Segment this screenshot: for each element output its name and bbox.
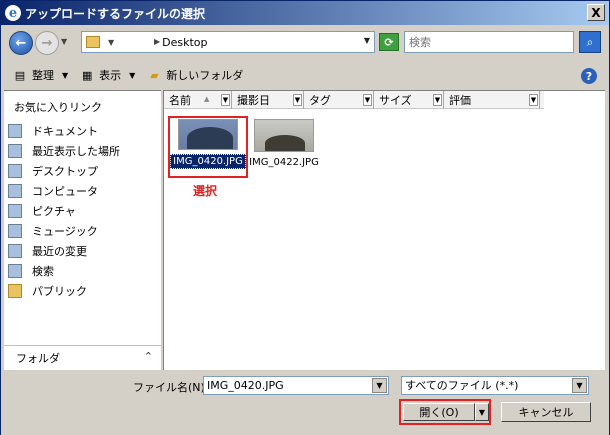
column-header-row: 名前 ▲ ▼ 撮影日 ▼ タグ ▼ サイズ ▼ 評価 ▼ — [164, 91, 544, 109]
file-type-select[interactable]: すべてのファイル (*.*) ▼ — [401, 376, 589, 395]
file-type-value: すべてのファイル (*.*) — [405, 379, 519, 392]
forward-button[interactable]: → — [35, 31, 59, 55]
column-filter-icon[interactable]: ▼ — [293, 94, 302, 106]
new-folder-label: 新しいフォルダ — [166, 69, 244, 82]
sidebar-item-label: デスクトップ — [32, 165, 98, 178]
open-options-dropdown-icon[interactable]: ▼ — [475, 403, 489, 421]
public-folder-icon — [8, 284, 22, 298]
column-header-date-taken[interactable]: 撮影日 ▼ — [232, 91, 304, 109]
filename-label: ファイル名(N): — [133, 381, 209, 394]
sidebar-item-label: 検索 — [32, 265, 54, 278]
sidebar-item-recent-places[interactable]: 最近表示した場所 — [8, 141, 120, 161]
sidebar-item-label: 最近の変更 — [32, 245, 87, 258]
sidebar-item-label: 最近表示した場所 — [32, 145, 120, 158]
folders-label: フォルダ — [16, 352, 60, 365]
column-filter-icon[interactable]: ▼ — [363, 94, 372, 106]
favorite-links-pane: お気に入りリンク ドキュメント 最近表示した場所 デスクトップ コンピュータ ピ… — [4, 90, 161, 370]
chevron-up-icon[interactable]: ⌃ — [144, 350, 153, 363]
refresh-icon[interactable]: ⟳ — [379, 33, 399, 51]
views-label: 表示 — [99, 69, 122, 82]
thumbnail-subject — [265, 135, 305, 151]
sidebar-item-public[interactable]: パブリック — [8, 281, 120, 301]
column-label: 撮影日 — [237, 94, 270, 107]
views-icon: ▦ — [81, 68, 93, 82]
toolbar: ▤ 整理 ▼ ▦ 表示 ▼ ▰ 新しいフォルダ ? — [1, 61, 609, 89]
sidebar-item-searches[interactable]: 検索 — [8, 261, 120, 281]
favorite-links-title: お気に入りリンク — [14, 101, 102, 114]
open-button[interactable]: 開く(O) — [403, 403, 475, 421]
title-bar: e アップロードするファイルの選択 X — [1, 1, 609, 25]
address-text: Desktop — [162, 35, 208, 49]
file-upload-dialog: e アップロードするファイルの選択 X ← → ▼ ▼ ▶ Desktop ▼ … — [0, 0, 610, 435]
column-filter-icon[interactable]: ▼ — [433, 94, 442, 106]
history-dropdown-icon[interactable]: ▼ — [61, 37, 67, 46]
column-header-tags[interactable]: タグ ▼ — [304, 91, 374, 109]
selection-annotation-label: 選択 — [193, 184, 218, 198]
column-label: 名前 — [169, 94, 191, 107]
column-label: サイズ — [379, 94, 412, 107]
sidebar-item-computer[interactable]: コンピュータ — [8, 181, 120, 201]
sidebar-item-label: コンピュータ — [32, 185, 98, 198]
organize-button[interactable]: ▤ 整理 ▼ — [13, 67, 68, 83]
organize-label: 整理 — [32, 69, 54, 82]
chevron-right-icon[interactable]: ▶ — [154, 37, 160, 46]
address-bar[interactable]: ▼ ▶ Desktop ▼ — [81, 31, 375, 53]
help-icon[interactable]: ? — [581, 68, 597, 84]
sort-ascending-icon: ▲ — [204, 95, 210, 103]
documents-icon — [8, 124, 22, 138]
column-label: 評価 — [449, 94, 471, 107]
file-name: IMG_0422.JPG — [249, 157, 319, 168]
search-button-icon[interactable]: ⌕ — [579, 31, 601, 53]
column-header-rating[interactable]: 評価 ▼ — [444, 91, 540, 109]
search-input[interactable] — [404, 31, 574, 53]
address-dropdown-icon[interactable]: ▼ — [364, 36, 370, 45]
image-thumbnail — [254, 119, 314, 152]
sidebar-item-recently-changed[interactable]: 最近の変更 — [8, 241, 120, 261]
navigation-bar: ← → ▼ ▼ ▶ Desktop ▼ ⟳ ⌕ — [1, 25, 609, 59]
search-icon — [8, 264, 22, 278]
file-item[interactable]: IMG_0422.JPG — [244, 119, 324, 169]
pictures-icon — [8, 204, 22, 218]
filename-value: IMG_0420.JPG — [207, 379, 284, 392]
new-folder-icon: ▰ — [150, 68, 159, 82]
column-label: タグ — [309, 94, 331, 107]
recent-places-icon — [8, 144, 22, 158]
organize-icon: ▤ — [14, 68, 26, 82]
computer-icon — [8, 184, 22, 198]
sidebar-item-pictures[interactable]: ピクチャ — [8, 201, 120, 221]
chevron-down-icon[interactable]: ▼ — [572, 378, 587, 393]
chevron-down-icon[interactable]: ▼ — [108, 38, 114, 47]
sidebar-item-desktop[interactable]: デスクトップ — [8, 161, 120, 181]
chevron-down-icon[interactable]: ▼ — [372, 378, 387, 393]
recently-changed-icon — [8, 244, 22, 258]
folder-icon — [86, 36, 100, 48]
back-button[interactable]: ← — [9, 31, 33, 55]
dialog-footer: ファイル名(N): IMG_0420.JPG ▼ すべてのファイル (*.*) … — [1, 371, 609, 435]
sidebar-item-music[interactable]: ミュージック — [8, 221, 120, 241]
sidebar-item-label: パブリック — [32, 285, 87, 298]
column-header-size[interactable]: サイズ ▼ — [374, 91, 444, 109]
favorite-links-list: ドキュメント 最近表示した場所 デスクトップ コンピュータ ピクチャ ミュージッ… — [8, 121, 120, 301]
folders-toggle[interactable]: フォルダ ⌃ — [4, 345, 161, 370]
new-folder-button[interactable]: ▰ 新しいフォルダ — [147, 67, 243, 83]
views-button[interactable]: ▦ 表示 ▼ — [80, 67, 135, 83]
column-filter-icon[interactable]: ▼ — [221, 94, 230, 106]
column-header-name[interactable]: 名前 ▲ ▼ — [164, 91, 232, 109]
dialog-title: アップロードするファイルの選択 — [25, 6, 206, 21]
filename-input[interactable]: IMG_0420.JPG ▼ — [203, 376, 389, 395]
cancel-button[interactable]: キャンセル — [501, 402, 591, 422]
chevron-down-icon: ▼ — [129, 70, 136, 80]
column-filter-icon[interactable]: ▼ — [529, 94, 538, 106]
music-icon — [8, 224, 22, 238]
sidebar-item-label: ドキュメント — [32, 125, 98, 138]
sidebar-item-label: ピクチャ — [32, 205, 76, 218]
desktop-icon — [8, 164, 22, 178]
sidebar-item-label: ミュージック — [32, 225, 98, 238]
selection-annotation-box — [168, 116, 248, 178]
internet-explorer-icon: e — [5, 5, 21, 21]
close-button[interactable]: X — [587, 4, 605, 21]
sidebar-item-documents[interactable]: ドキュメント — [8, 121, 120, 141]
chevron-down-icon: ▼ — [62, 70, 69, 80]
